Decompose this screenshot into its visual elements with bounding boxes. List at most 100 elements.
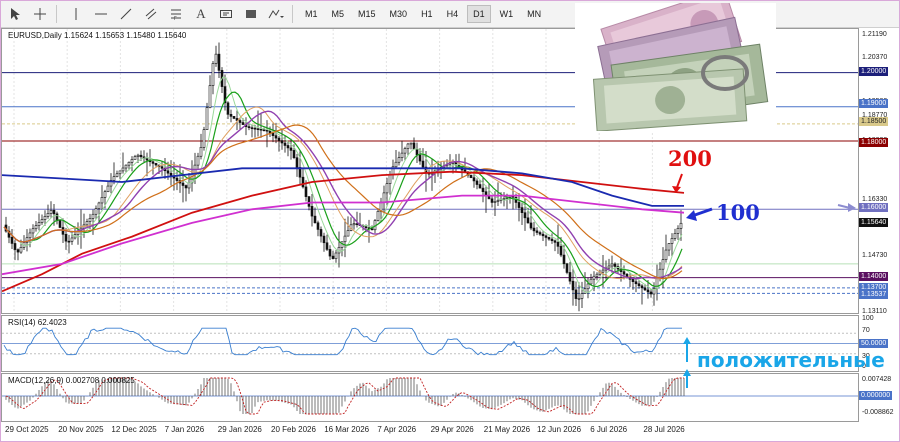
- candle: [394, 150, 398, 169]
- annotation-ma200: 200: [668, 146, 712, 171]
- channel-icon[interactable]: [140, 3, 162, 25]
- candle: [400, 140, 404, 162]
- timeframe-m15[interactable]: M15: [353, 6, 381, 22]
- timeframe-m30[interactable]: M30: [385, 6, 413, 22]
- candle: [289, 138, 293, 160]
- date-label: 6 Jul 2026: [590, 425, 628, 434]
- candle: [421, 148, 425, 169]
- candle: [313, 207, 317, 224]
- candle: [550, 233, 554, 244]
- candle: [286, 141, 290, 157]
- candle: [316, 220, 320, 237]
- timeframe-h1[interactable]: H1: [416, 6, 438, 22]
- timeframe-m1[interactable]: M1: [300, 6, 323, 22]
- candle: [676, 225, 680, 240]
- candle: [481, 177, 485, 203]
- arrows-dropdown-icon[interactable]: [265, 3, 287, 25]
- rectangle-shape-icon[interactable]: [240, 3, 262, 25]
- label-tool-icon[interactable]: [215, 3, 237, 25]
- rsi-level-tag: 50.0000: [859, 339, 889, 348]
- candle: [469, 174, 473, 179]
- candle: [538, 230, 542, 236]
- time-axis[interactable]: 29 Oct 2025 20 Nov 2025 12 Dec 2025 7 Jan 2…: [1, 422, 899, 441]
- candle: [667, 243, 671, 257]
- candle: [34, 221, 38, 232]
- date-label: 7 Jan 2026: [164, 425, 205, 434]
- candle: [121, 152, 125, 174]
- macd-indicator-pane[interactable]: MACD(12,26,9) 0.002708 0.000825: [1, 373, 859, 422]
- candle: [37, 213, 41, 231]
- candle: [22, 235, 26, 250]
- rsi-tick: 70: [862, 327, 870, 334]
- candle: [178, 164, 182, 193]
- candle: [355, 211, 359, 228]
- price-level-tag: 1.15640: [859, 218, 889, 227]
- date-label: 29 Jan 2026: [217, 425, 262, 434]
- candle: [595, 272, 599, 281]
- candle: [334, 250, 338, 263]
- candle: [229, 109, 233, 123]
- candle: [208, 75, 212, 109]
- annotation-ma100: 100: [716, 200, 760, 225]
- candle: [415, 142, 419, 163]
- candle: [325, 234, 329, 251]
- banknotes-image: [575, 0, 776, 132]
- date-label: 7 Apr 2026: [377, 425, 417, 434]
- candle: [106, 180, 110, 193]
- price-scale[interactable]: 1.211901.203701.195001.187701.180001.163…: [859, 28, 899, 315]
- timeframe-mn[interactable]: MN: [522, 6, 546, 22]
- date-label: 12 Dec 2025: [111, 425, 157, 434]
- horizontal-line-icon[interactable]: [90, 3, 112, 25]
- price-level-tag: 1.16000: [859, 203, 889, 212]
- candle: [199, 133, 203, 160]
- candle: [76, 222, 80, 245]
- candle: [454, 154, 458, 173]
- macd-level-tag: 0.000000: [859, 391, 893, 400]
- candle: [16, 248, 20, 261]
- timeframe-w1[interactable]: W1: [495, 6, 519, 22]
- timeframe-d1[interactable]: D1: [467, 5, 491, 23]
- price-level-tag: 1.19000: [859, 99, 889, 108]
- date-label: 29 Oct 2025: [5, 425, 49, 434]
- candle: [97, 201, 101, 223]
- symbol-info: EURUSD,Daily 1.15624 1.15653 1.15480 1.1…: [8, 31, 187, 40]
- text-tool-icon[interactable]: A: [190, 3, 212, 25]
- candle: [337, 231, 341, 268]
- candle: [322, 232, 326, 252]
- price-tick: 1.21190: [862, 31, 887, 38]
- candle: [142, 150, 146, 163]
- timeframe-h4[interactable]: H4: [442, 6, 464, 22]
- timeframe-m5[interactable]: M5: [327, 6, 350, 22]
- date-label: 29 Apr 2026: [430, 425, 474, 434]
- candle: [250, 124, 254, 138]
- price-tick: 1.20370: [862, 54, 888, 61]
- candle: [154, 162, 158, 167]
- crosshair-icon[interactable]: [29, 3, 51, 25]
- candle: [589, 273, 593, 286]
- rsi-info: RSI(14) 62.4023: [8, 318, 67, 327]
- candle: [214, 45, 218, 67]
- candle: [202, 126, 206, 151]
- candle: [397, 151, 401, 166]
- candle: [196, 152, 200, 170]
- candle: [262, 127, 266, 132]
- macd-scale[interactable]: 0.007428 -0.008862 0.000000: [859, 373, 899, 422]
- candle: [502, 192, 506, 207]
- candle: [151, 160, 155, 175]
- macd-tick: 0.007428: [862, 376, 892, 383]
- candle: [319, 226, 323, 243]
- candle: [124, 164, 128, 173]
- fibonacci-icon[interactable]: F: [165, 3, 187, 25]
- candle: [211, 61, 215, 95]
- candle: [409, 142, 413, 150]
- trendline-icon[interactable]: [115, 3, 137, 25]
- vertical-line-icon[interactable]: [65, 3, 87, 25]
- candle: [616, 263, 620, 274]
- cursor-icon[interactable]: [4, 3, 26, 25]
- candle: [544, 234, 548, 247]
- candle: [532, 221, 536, 237]
- candle: [10, 228, 14, 250]
- candle: [25, 229, 29, 252]
- candle: [133, 154, 137, 160]
- date-label: 20 Feb 2026: [271, 425, 316, 434]
